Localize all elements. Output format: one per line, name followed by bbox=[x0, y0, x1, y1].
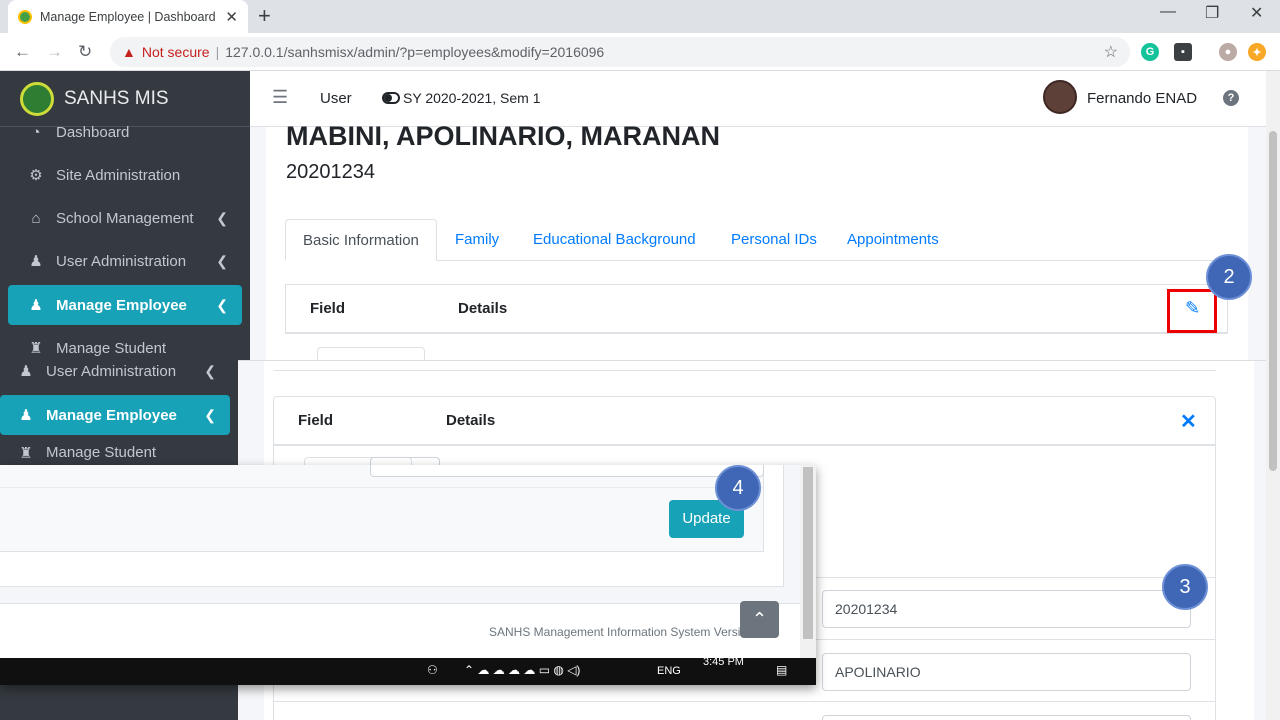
middle-name-field[interactable] bbox=[822, 715, 1191, 720]
overlay-scrollbar[interactable] bbox=[800, 465, 816, 658]
browser-toolbar: ← → ↻ ▲ Not secure | 127.0.0.1/sanhsmisx… bbox=[0, 33, 1280, 71]
page-scrollbar[interactable] bbox=[1266, 71, 1280, 720]
address-bar[interactable]: ▲ Not secure | 127.0.0.1/sanhsmisx/admin… bbox=[110, 37, 1130, 67]
employee-name: MABINI, APOLINARIO, MARANAN bbox=[286, 121, 720, 151]
user-name[interactable]: Fernando ENAD bbox=[1087, 90, 1197, 107]
cogs-icon: ⚙ bbox=[29, 167, 43, 184]
minimize-icon[interactable]: — bbox=[1160, 3, 1176, 21]
notification-icon[interactable]: ▤ bbox=[776, 663, 787, 677]
sidebar-item-site-administration[interactable]: ⚙ Site Administration bbox=[8, 155, 242, 195]
show-hidden-icons-icon[interactable]: ⌃ ☁ ☁ ☁ ☁ ▭ ◍ ◁) bbox=[464, 663, 580, 677]
page-footer: SANHS Management Information System Vers… bbox=[0, 603, 800, 658]
hamburger-menu-icon[interactable]: ☰ bbox=[272, 87, 288, 108]
step-badge-4: 4 bbox=[715, 465, 761, 511]
help-icon[interactable]: ? bbox=[1223, 90, 1239, 106]
forward-icon[interactable]: → bbox=[46, 42, 63, 62]
chevron-left-icon: ❮ bbox=[204, 406, 216, 423]
tab-appointments[interactable]: Appointments bbox=[830, 219, 956, 261]
field-column-header: Field bbox=[298, 412, 334, 429]
back-icon[interactable]: ← bbox=[14, 42, 31, 62]
toggle-icon bbox=[382, 92, 400, 104]
overlay-sidebar: ♟ User Administration ❮ ♟ Manage Employe… bbox=[0, 360, 238, 465]
tab-personal-ids[interactable]: Personal IDs bbox=[714, 219, 834, 261]
extension-icon[interactable]: ▪ bbox=[1174, 43, 1192, 61]
school-logo-icon bbox=[20, 81, 54, 116]
user-icon: ♟ bbox=[29, 297, 43, 314]
sidebar-item-school-management[interactable]: ⌂ School Management ❮ bbox=[8, 198, 242, 238]
user-icon: ♟ bbox=[29, 253, 43, 270]
close-edit-icon[interactable]: ✕ bbox=[1180, 409, 1197, 434]
tab-basic-information[interactable]: Basic Information bbox=[285, 219, 437, 261]
chevron-left-icon: ❮ bbox=[216, 296, 228, 313]
tab-family[interactable]: Family bbox=[438, 219, 516, 261]
sidebar-item-manage-employee[interactable]: ♟ Manage Employee ❮ bbox=[0, 395, 230, 435]
new-tab-icon[interactable]: + bbox=[258, 3, 271, 29]
chevron-left-icon: ❮ bbox=[216, 252, 228, 269]
security-label: Not secure bbox=[141, 44, 210, 60]
chevron-left-icon: ❮ bbox=[204, 362, 216, 379]
close-tab-icon[interactable]: ✕ bbox=[225, 8, 238, 26]
scrollbar-thumb[interactable] bbox=[1269, 131, 1277, 471]
restore-icon[interactable]: ❐ bbox=[1205, 3, 1219, 23]
school-year-toggle[interactable]: SY 2020-2021, Sem 1 bbox=[382, 90, 541, 106]
edit-pencil-icon[interactable]: ✎ bbox=[1185, 298, 1200, 319]
sidebar-item-user-administration[interactable]: ♟ User Administration ❮ bbox=[0, 351, 230, 391]
people-icon[interactable]: ⚇ bbox=[427, 663, 438, 677]
first-name-field[interactable]: APOLINARIO bbox=[822, 653, 1191, 691]
chevron-left-icon: ❮ bbox=[216, 209, 228, 226]
sidebar-item-user-administration[interactable]: ♟ User Administration ❮ bbox=[8, 241, 242, 281]
url-text: 127.0.0.1/sanhsmisx/admin/?p=employees&m… bbox=[225, 44, 605, 60]
warning-icon: ▲ bbox=[122, 44, 136, 60]
language-indicator[interactable]: ENG bbox=[657, 665, 681, 677]
employee-id: 20201234 bbox=[286, 161, 375, 183]
windows-taskbar: ⚇ ⌃ ☁ ☁ ☁ ☁ ▭ ◍ ◁) ENG 3:45 PM ▤ bbox=[0, 656, 816, 685]
grammarly-extension-icon[interactable]: G bbox=[1141, 43, 1159, 61]
field-column-header: Field bbox=[310, 300, 346, 317]
browser-tab-bar: Manage Employee | Dashboard | ✕ + — ❐ ✕ bbox=[0, 0, 1280, 33]
step-badge-2: 2 bbox=[1206, 254, 1252, 300]
details-column-header: Details bbox=[446, 412, 496, 429]
bookmark-star-icon[interactable]: ☆ bbox=[1104, 42, 1118, 62]
close-window-icon[interactable]: ✕ bbox=[1250, 3, 1263, 23]
taskbar-clock[interactable]: 3:45 PM bbox=[703, 656, 744, 668]
site-favicon-icon bbox=[18, 9, 32, 24]
avatar[interactable] bbox=[1043, 80, 1077, 114]
user-icon: ♟ bbox=[19, 407, 33, 424]
employee-id-field[interactable]: 20201234 bbox=[822, 590, 1191, 628]
back-to-top-button[interactable]: ⌃ bbox=[740, 601, 779, 638]
user-menu-link[interactable]: User bbox=[320, 90, 352, 107]
user-icon: ♟ bbox=[19, 363, 33, 380]
dashboard-icon: ◔ bbox=[31, 123, 41, 141]
overlay-update-panel: Update 4 SANHS Management Information Sy… bbox=[0, 465, 816, 685]
sidebar-item-dashboard[interactable]: ◔ Dashboard bbox=[8, 117, 242, 147]
step-badge-3: 3 bbox=[1162, 564, 1208, 610]
extension-orange-icon[interactable]: ✦ bbox=[1248, 43, 1266, 61]
tab-title: Manage Employee | Dashboard | bbox=[40, 9, 218, 24]
top-navbar: ☰ User SY 2020-2021, Sem 1 Fernando ENAD… bbox=[250, 71, 1280, 127]
graduate-icon: ♜ bbox=[19, 444, 33, 462]
footer-text: SANHS Management Information System Vers… bbox=[489, 625, 748, 639]
brand-text: SANHS MIS bbox=[64, 87, 169, 109]
browser-tab[interactable]: Manage Employee | Dashboard | ✕ bbox=[8, 0, 248, 33]
tab-educational-background[interactable]: Educational Background bbox=[516, 219, 713, 261]
profile-icon[interactable]: ● bbox=[1219, 43, 1237, 61]
sidebar-item-manage-student[interactable]: ♜ Manage Student bbox=[0, 440, 230, 465]
details-column-header: Details bbox=[458, 300, 508, 317]
school-icon: ⌂ bbox=[31, 209, 41, 227]
reload-icon[interactable]: ↻ bbox=[78, 42, 92, 62]
basic-info-table-header: Field Details bbox=[285, 284, 1228, 334]
employee-tabs: Basic Information Family Educational Bac… bbox=[285, 219, 1228, 261]
sidebar-item-manage-employee[interactable]: ♟ Manage Employee ❮ bbox=[8, 285, 242, 325]
edit-table-header: Field Details ✕ bbox=[273, 396, 1216, 446]
